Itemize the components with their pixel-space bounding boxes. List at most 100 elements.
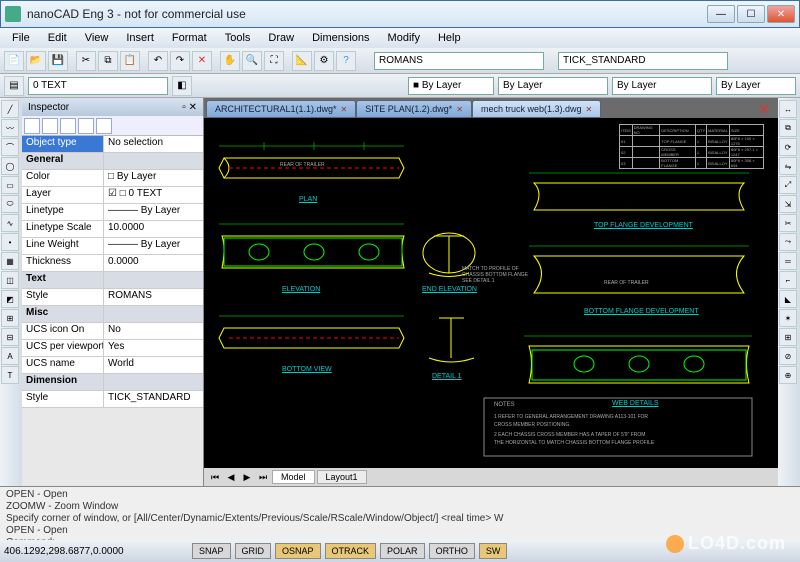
measure-icon[interactable]: 📐 [292,51,312,71]
snap-button[interactable]: SNAP [192,543,231,559]
rect-icon[interactable]: ▭ [1,176,19,194]
ortho-button[interactable]: ORTHO [429,543,475,559]
break-icon[interactable]: ⊘ [779,347,797,365]
copy2-icon[interactable]: ⧉ [779,119,797,137]
property-value[interactable]: No selection [104,136,203,152]
menu-insert[interactable]: Insert [118,30,162,46]
property-row[interactable]: Text [22,272,203,289]
point-icon[interactable]: • [1,233,19,251]
ellipse-icon[interactable]: ⬭ [1,195,19,213]
property-row[interactable]: Layer☑ □ 0 TEXT [22,187,203,204]
undo-icon[interactable]: ↶ [148,51,168,71]
property-row[interactable]: General [22,153,203,170]
tab-next-icon[interactable]: ▶ [240,472,254,483]
tab-close-icon[interactable]: ✕ [586,105,593,114]
block-icon[interactable]: ◩ [1,290,19,308]
close-button[interactable]: ✕ [767,5,795,23]
linetype-dropdown[interactable]: By Layer [498,77,608,95]
layer-iso-icon[interactable]: ◧ [172,76,192,96]
sw-button[interactable]: SW [479,543,508,559]
model-tab[interactable]: Model [272,470,315,484]
property-value[interactable]: 10.0000 [104,221,203,237]
menu-draw[interactable]: Draw [260,30,302,46]
tab-mechtruck[interactable]: mech truck web(1.3).dwg✕ [472,100,601,118]
menu-dimensions[interactable]: Dimensions [304,30,377,46]
command-window[interactable]: OPEN - Open ZOOMW - Zoom Window Specify … [0,486,800,540]
layer-dropdown[interactable]: 0 TEXT [28,77,168,95]
dimstyle-dropdown[interactable]: TICK_STANDARD [558,52,728,70]
property-row[interactable]: UCS per viewportYes [22,340,203,357]
lineweight-dropdown[interactable]: By Layer [612,77,712,95]
tab-close-icon[interactable]: ✕ [341,105,348,114]
zoom-ext-icon[interactable]: ⛶ [264,51,284,71]
tab-last-icon[interactable]: ⏭ [256,472,270,483]
hatch-icon[interactable]: ▦ [1,252,19,270]
offset-icon[interactable]: ═ [779,252,797,270]
open-icon[interactable]: 📂 [26,51,46,71]
scale-icon[interactable]: ⤢ [779,176,797,194]
join-icon[interactable]: ⊕ [779,366,797,384]
property-value[interactable] [104,306,203,322]
pan-icon[interactable]: ✋ [220,51,240,71]
drawing-canvas[interactable]: ITEMDRAWING NODESCRIPTIONQTYMATERIALSIZE… [204,118,778,468]
minimize-button[interactable]: — [707,5,735,23]
move-icon[interactable]: ↔ [779,100,797,118]
insp-btn3[interactable] [60,118,76,134]
property-row[interactable]: Dimension [22,374,203,391]
insp-btn4[interactable] [78,118,94,134]
insp-btn2[interactable] [42,118,58,134]
table-icon[interactable]: ⊟ [1,328,19,346]
property-value[interactable]: 0.0000 [104,255,203,271]
plotstyle-dropdown[interactable]: By Layer [716,77,796,95]
property-row[interactable]: Linetype——— By Layer [22,204,203,221]
property-value[interactable]: TICK_STANDARD [104,391,203,407]
mtext-icon[interactable]: A [1,347,19,365]
paste-icon[interactable]: 📋 [120,51,140,71]
property-value[interactable] [104,153,203,169]
layout1-tab[interactable]: Layout1 [317,470,367,484]
polyline-icon[interactable]: 〰 [1,119,19,137]
region-icon[interactable]: ◫ [1,271,19,289]
menu-edit[interactable]: Edit [40,30,75,46]
property-row[interactable]: UCS nameWorld [22,357,203,374]
menu-modify[interactable]: Modify [380,30,428,46]
property-value[interactable]: □ By Layer [104,170,203,186]
redo-icon[interactable]: ↷ [170,51,190,71]
cut-icon[interactable]: ✂ [76,51,96,71]
property-row[interactable]: Thickness0.0000 [22,255,203,272]
trim-icon[interactable]: ✂ [779,214,797,232]
property-value[interactable]: ☑ □ 0 TEXT [104,187,203,203]
property-row[interactable]: StyleROMANS [22,289,203,306]
property-row[interactable]: Linetype Scale10.0000 [22,221,203,238]
polar-button[interactable]: POLAR [380,543,425,559]
property-row[interactable]: Misc [22,306,203,323]
menu-format[interactable]: Format [164,30,215,46]
close-all-icon[interactable]: ✕ [752,101,776,118]
color-dropdown[interactable]: ■ By Layer [408,77,494,95]
insert-icon[interactable]: ⊞ [1,309,19,327]
fillet-icon[interactable]: ⌐ [779,271,797,289]
tab-siteplan[interactable]: SITE PLAN(1.2).dwg*✕ [356,100,472,118]
inspector-close-icon[interactable]: ▫ ✕ [182,102,197,113]
tab-architectural[interactable]: ARCHITECTURAL1(1.1).dwg*✕ [206,100,356,118]
menu-tools[interactable]: Tools [217,30,259,46]
property-value[interactable]: ——— By Layer [104,238,203,254]
copy-icon[interactable]: ⧉ [98,51,118,71]
text-icon[interactable]: T [1,366,19,384]
property-value[interactable]: No [104,323,203,339]
arc-icon[interactable]: ⌒ [1,138,19,156]
save-icon[interactable]: 💾 [48,51,68,71]
menu-file[interactable]: File [4,30,38,46]
explode-icon[interactable]: ✶ [779,309,797,327]
insp-btn5[interactable] [96,118,112,134]
tab-prev-icon[interactable]: ◀ [224,472,238,483]
property-row[interactable]: StyleTICK_STANDARD [22,391,203,408]
textstyle-dropdown[interactable]: ROMANS [374,52,544,70]
menu-view[interactable]: View [77,30,117,46]
extend-icon[interactable]: ⤳ [779,233,797,251]
layer-props-icon[interactable]: ▤ [4,76,24,96]
maximize-button[interactable]: ☐ [737,5,765,23]
rotate-icon[interactable]: ⟳ [779,138,797,156]
grid-button[interactable]: GRID [235,543,272,559]
tab-close-icon[interactable]: ✕ [456,105,463,114]
